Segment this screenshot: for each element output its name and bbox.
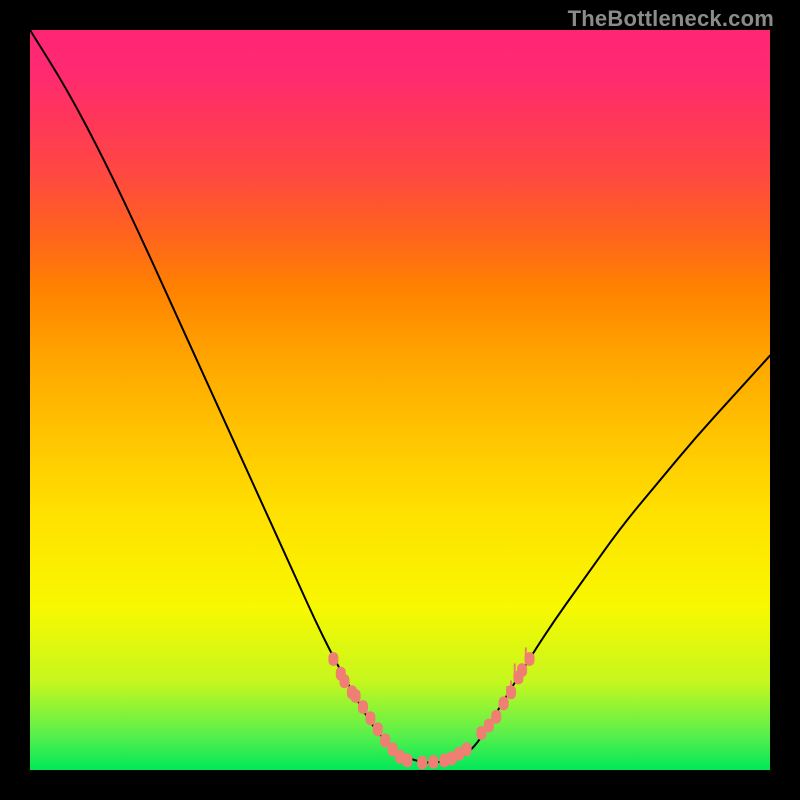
watermark-text: TheBottleneck.com xyxy=(568,6,774,32)
plot-gradient-background xyxy=(30,30,770,770)
chart-frame: TheBottleneck.com xyxy=(0,0,800,800)
